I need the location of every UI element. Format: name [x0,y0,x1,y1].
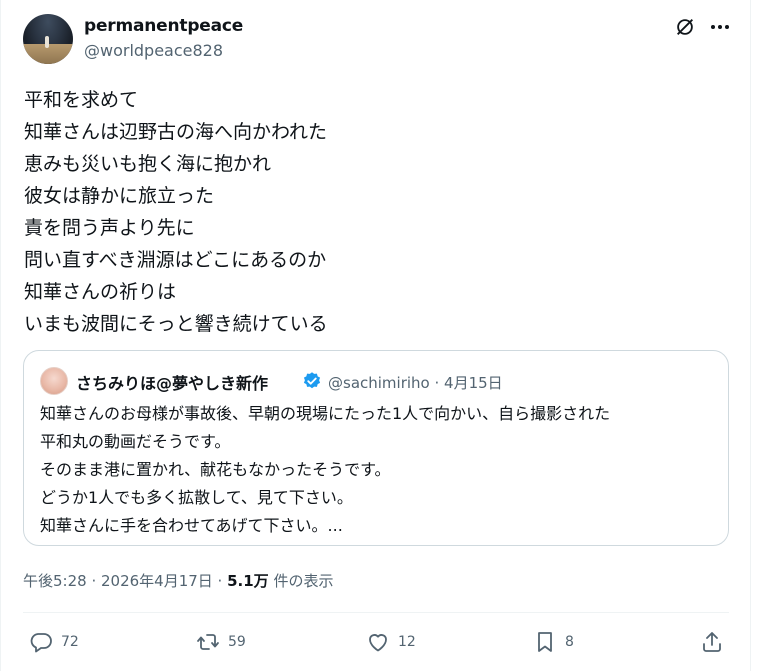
tweet-line: いまも波間にそっと響き続けている [24,313,328,335]
author-handle[interactable]: @worldpeace828 [84,41,223,60]
bookmark-icon [538,632,552,652]
quoted-tweet-meta[interactable]: @sachimiriho · 4月15日 [328,372,503,393]
repost-icon [197,634,219,650]
author-avatar[interactable] [23,14,73,64]
quoted-line: そのまま港に置かれ、献花もなかったそうです。 [40,460,391,479]
like-button[interactable]: 12 [366,630,416,654]
views-count: 5.1万 [227,572,269,590]
quoted-line: どうか1人でも多く拡散して、見て下さい。 [40,488,353,507]
bookmark-button[interactable]: 8 [533,630,574,654]
quoted-author-avatar[interactable] [40,367,68,395]
share-icon [703,632,721,652]
quoted-line: 知華さんのお母様が事故後、早朝の現場にたった1人で向かい、自ら撮影された [40,404,611,423]
tweet-line: 問い直すべき淵源はどこにあるのか [24,249,327,271]
repost-button[interactable]: 59 [196,630,246,654]
tweet-line: 責を問う声より先に [24,217,195,239]
share-button[interactable] [700,630,724,654]
quoted-author-display-name[interactable]: さちみりほ@夢やしき新作 [76,370,268,394]
quoted-line: 知華さんに手を合わせてあげて下さい。... [40,516,343,535]
reply-icon [30,633,52,653]
verified-badge-icon [303,372,321,389]
grok-icon[interactable] [674,16,696,38]
quoted-tweet-card[interactable]: さちみりほ@夢やしき新作 @sachimiriho · 4月15日 知華さんのお… [23,350,729,546]
tweet-text: 平和を求めて 知華さんは辺野古の海へ向かわれた 恵みも災いも抱く海に抱かれ 彼女… [24,84,724,340]
views-label: 件の表示 [268,572,334,590]
repost-count: 59 [228,634,246,650]
tweet-line: 平和を求めて [24,89,139,111]
divider [23,612,729,613]
tweet-line: 恵みも災いも抱く海に抱かれ [24,153,272,175]
bookmark-count: 8 [565,634,574,650]
tweet-line: 知華さんの祈りは [24,281,177,303]
timestamp-time[interactable]: 午後5:28 · 2026年4月17日 · [23,572,227,590]
quoted-line: 平和丸の動画だそうです。 [40,432,231,451]
avatar-figure [45,36,49,48]
tweet-timestamp: 午後5:28 · 2026年4月17日 · 5.1万 件の表示 [23,570,333,591]
heart-icon [369,634,387,652]
left-border [0,0,1,671]
reply-button[interactable]: 72 [29,630,79,654]
tweet-line: 知華さんは辺野古の海へ向かわれた [24,121,328,143]
more-options-icon[interactable] [707,16,733,38]
like-count: 12 [398,634,416,650]
reply-count: 72 [61,634,79,650]
quoted-tweet-text: 知華さんのお母様が事故後、早朝の現場にたった1人で向かい、自ら撮影された 平和丸… [40,400,720,540]
author-display-name[interactable]: permanentpeace [84,16,243,36]
right-border [750,0,751,671]
tweet-line: 彼女は静かに旅立った [24,185,215,207]
